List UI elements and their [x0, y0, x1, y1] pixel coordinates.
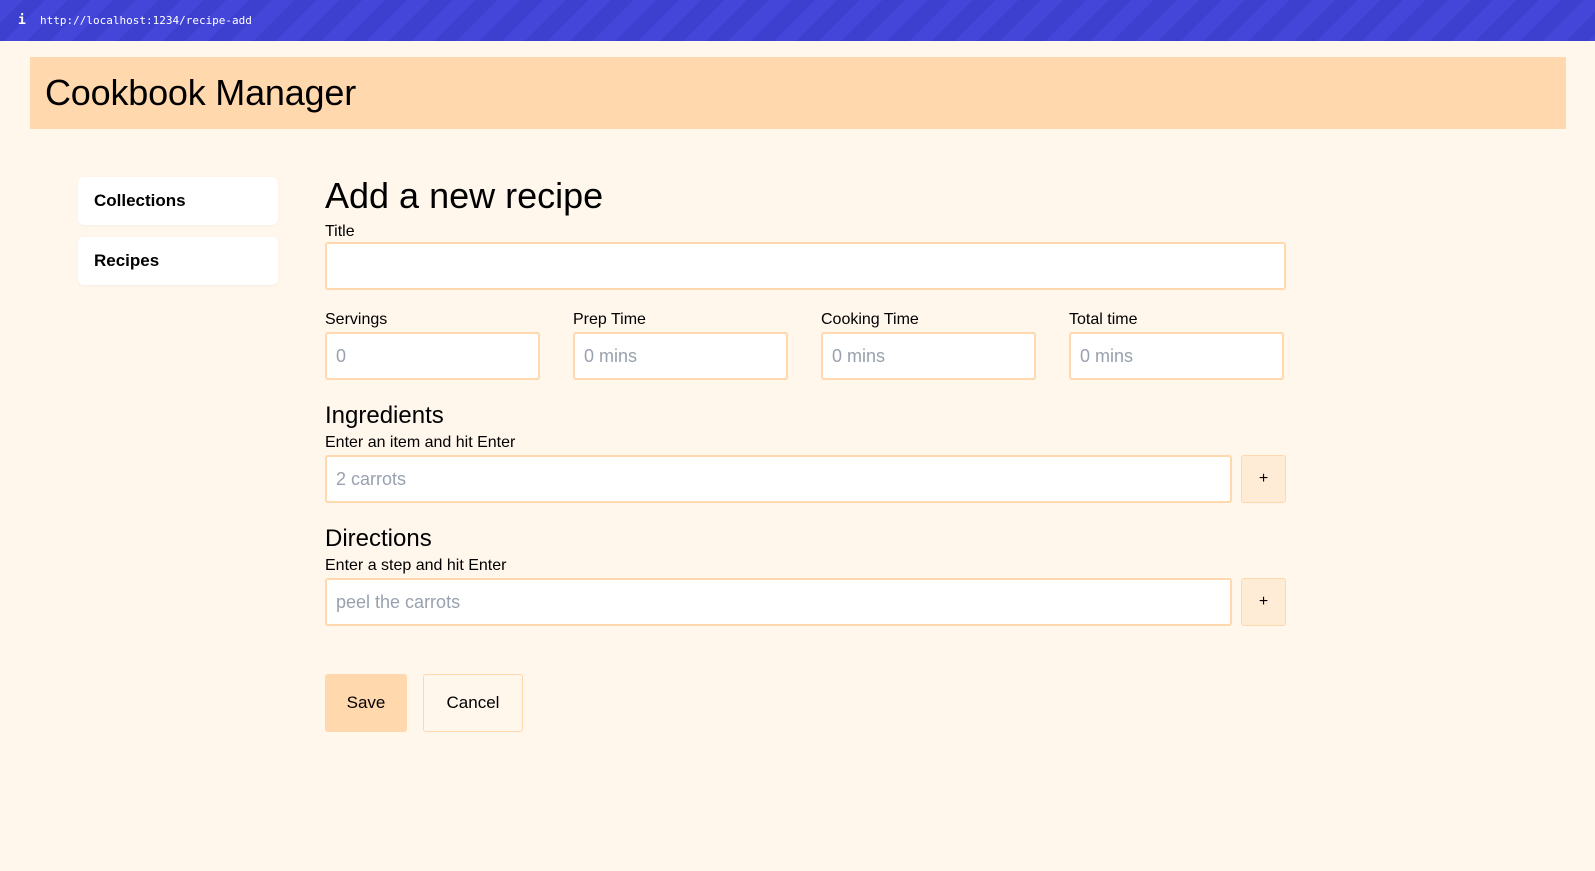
directions-hint: Enter a step and hit Enter: [325, 557, 507, 574]
servings-input[interactable]: [325, 332, 540, 380]
sidebar-item-collections[interactable]: Collections: [78, 177, 278, 225]
ingredients-add-row: +: [325, 455, 1286, 503]
recipe-form: Add a new recipe Title Servings Prep Tim…: [325, 174, 1286, 732]
ingredients-hint: Enter an item and hit Enter: [325, 434, 516, 451]
info-icon[interactable]: i: [18, 13, 32, 28]
directions-heading: Directions: [325, 525, 432, 552]
sidebar-item-recipes[interactable]: Recipes: [78, 237, 278, 285]
cooking-time-field: Cooking Time: [821, 310, 1036, 380]
time-fields-row: Servings Prep Time Cooking Time Total ti…: [325, 310, 1286, 380]
servings-label: Servings: [325, 311, 388, 328]
servings-field: Servings: [325, 310, 540, 380]
title-input[interactable]: [325, 242, 1286, 290]
ingredients-heading: Ingredients: [325, 402, 444, 429]
directions-add-row: +: [325, 578, 1286, 626]
cancel-button[interactable]: Cancel: [423, 674, 523, 732]
ingredient-input[interactable]: [325, 455, 1232, 503]
browser-url-bar[interactable]: i http://localhost:1234/recipe-add: [0, 0, 1595, 41]
total-time-input[interactable]: [1069, 332, 1284, 380]
prep-time-field: Prep Time: [573, 310, 788, 380]
cooking-time-input[interactable]: [821, 332, 1036, 380]
url-text[interactable]: http://localhost:1234/recipe-add: [40, 14, 252, 27]
add-direction-button[interactable]: +: [1241, 578, 1286, 626]
total-time-label: Total time: [1069, 311, 1138, 328]
cooking-time-label: Cooking Time: [821, 311, 919, 328]
save-button[interactable]: Save: [325, 674, 407, 732]
app-header: Cookbook Manager: [30, 57, 1566, 129]
total-time-field: Total time: [1069, 310, 1284, 380]
form-actions: Save Cancel: [325, 674, 1286, 732]
add-ingredient-button[interactable]: +: [1241, 455, 1286, 503]
direction-input[interactable]: [325, 578, 1232, 626]
app-title: Cookbook Manager: [45, 72, 356, 113]
prep-time-label: Prep Time: [573, 311, 646, 328]
title-label: Title: [325, 223, 355, 240]
sidebar: Collections Recipes: [78, 177, 278, 297]
page-title: Add a new recipe: [325, 175, 604, 216]
prep-time-input[interactable]: [573, 332, 788, 380]
